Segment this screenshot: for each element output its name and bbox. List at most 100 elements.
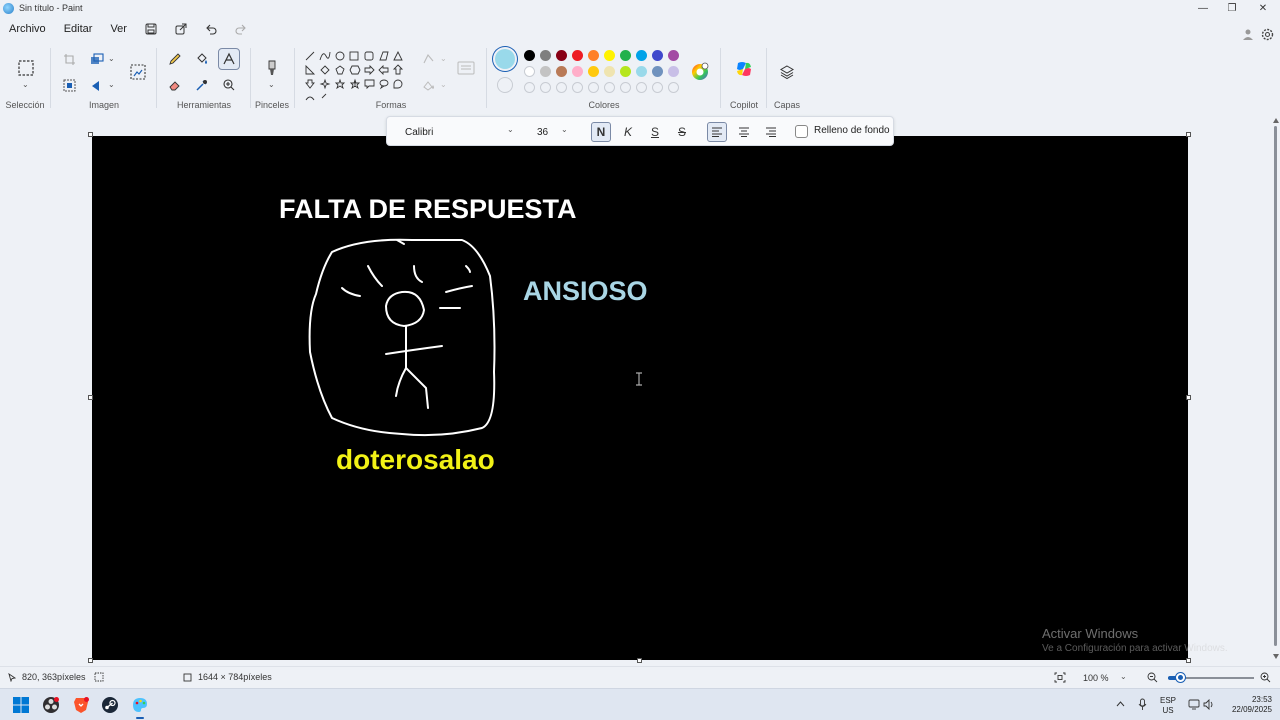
settings-gear-icon[interactable] <box>1256 23 1278 45</box>
image-select-icon[interactable] <box>126 60 150 84</box>
color-swatch[interactable] <box>620 66 631 77</box>
color-picker-icon[interactable] <box>191 74 213 96</box>
zoom-out-icon[interactable] <box>1147 672 1158 683</box>
custom-color-slot[interactable] <box>668 82 679 93</box>
color-swatch[interactable] <box>540 50 551 61</box>
color-swatch[interactable] <box>668 50 679 61</box>
microphone-icon[interactable] <box>1138 698 1147 711</box>
custom-color-slot[interactable] <box>572 82 583 93</box>
text-tool-icon[interactable] <box>218 48 240 70</box>
select-rectangle-icon[interactable] <box>14 56 38 80</box>
close-button[interactable]: ✕ <box>1248 0 1278 16</box>
rotate-icon[interactable] <box>86 74 108 96</box>
color-swatch[interactable] <box>588 66 599 77</box>
custom-color-slot[interactable] <box>636 82 647 93</box>
redo-icon[interactable] <box>226 17 256 41</box>
shape-size-icon[interactable] <box>454 56 478 80</box>
color-swatch[interactable] <box>524 50 535 61</box>
input-language[interactable]: ESP US <box>1156 696 1180 716</box>
chevron-down-icon[interactable]: ⌄ <box>268 80 275 89</box>
volume-icon[interactable] <box>1203 699 1215 710</box>
zoom-slider[interactable] <box>1168 673 1254 682</box>
copilot-icon[interactable] <box>731 56 757 82</box>
custom-color-slot[interactable] <box>540 82 551 93</box>
clock[interactable]: 23:53 22/09/2025 <box>1222 695 1272 715</box>
minimize-button[interactable]: — <box>1188 0 1218 16</box>
chevron-down-icon[interactable]: ⌄ <box>440 80 447 89</box>
zoom-in-icon[interactable] <box>1260 672 1271 683</box>
obs-app-icon[interactable] <box>39 693 63 717</box>
color-swatch[interactable] <box>620 50 631 61</box>
canvas-resize-handle[interactable] <box>88 132 93 137</box>
crop-icon[interactable] <box>58 48 80 70</box>
menu-view[interactable]: Ver <box>101 23 136 35</box>
restore-button[interactable]: ❐ <box>1217 0 1247 16</box>
scroll-down-icon[interactable] <box>1273 654 1279 659</box>
windows-start-icon[interactable] <box>9 693 33 717</box>
canvas-resize-handle[interactable] <box>637 658 642 663</box>
share-icon[interactable] <box>166 17 196 41</box>
brave-browser-icon[interactable] <box>69 693 93 717</box>
color-swatch[interactable] <box>636 50 647 61</box>
chevron-down-icon[interactable]: ⌄ <box>108 54 115 63</box>
primary-color-swatch[interactable] <box>495 49 515 69</box>
canvas-text-title[interactable]: FALTA DE RESPUESTA <box>279 194 577 225</box>
bold-button[interactable]: N <box>591 122 611 142</box>
vertical-scrollbar[interactable] <box>1272 116 1280 666</box>
color-swatch[interactable] <box>540 66 551 77</box>
italic-button[interactable]: K <box>618 122 638 142</box>
color-swatch[interactable] <box>652 50 663 61</box>
scrollbar-thumb[interactable] <box>1274 126 1277 646</box>
shape-fill-icon[interactable] <box>418 74 440 96</box>
font-size-select[interactable]: 36 ⌄ <box>529 121 577 143</box>
color-swatch[interactable] <box>556 50 567 61</box>
scroll-up-icon[interactable] <box>1273 118 1279 123</box>
font-family-select[interactable]: Calibri ⌄ <box>397 121 521 143</box>
color-swatch[interactable] <box>572 50 583 61</box>
custom-color-slot[interactable] <box>652 82 663 93</box>
color-swatch[interactable] <box>524 66 535 77</box>
fill-bucket-icon[interactable] <box>191 48 213 70</box>
drawing-canvas[interactable]: FALTA DE RESPUESTA ANSIOSO doterosalao <box>92 136 1188 660</box>
undo-icon[interactable] <box>196 17 226 41</box>
align-right-button[interactable] <box>761 122 781 142</box>
eraser-icon[interactable] <box>164 74 186 96</box>
canvas-text-ansioso[interactable]: ANSIOSO <box>523 276 648 307</box>
canvas-resize-handle[interactable] <box>1186 658 1191 663</box>
resize-icon[interactable] <box>86 48 108 70</box>
canvas-text-name[interactable]: doterosalao <box>336 444 495 476</box>
pencil-icon[interactable] <box>164 48 186 70</box>
brush-icon[interactable] <box>260 56 284 80</box>
custom-color-slot[interactable] <box>588 82 599 93</box>
zoom-level-select[interactable]: 100 % ⌄ <box>1076 669 1136 686</box>
color-swatch[interactable] <box>588 50 599 61</box>
menu-file[interactable]: Archivo <box>0 23 55 35</box>
select-all-icon[interactable] <box>58 74 80 96</box>
canvas-resize-handle[interactable] <box>88 658 93 663</box>
canvas-resize-handle[interactable] <box>88 395 93 400</box>
custom-color-slot[interactable] <box>604 82 615 93</box>
magnifier-icon[interactable] <box>218 74 240 96</box>
outline-icon[interactable] <box>418 48 440 70</box>
menu-edit[interactable]: Editar <box>55 23 102 35</box>
color-swatch[interactable] <box>652 66 663 77</box>
layers-icon[interactable] <box>775 60 799 84</box>
chevron-down-icon[interactable]: ⌄ <box>22 80 29 89</box>
underline-button[interactable]: S <box>645 122 665 142</box>
chevron-down-icon[interactable]: ⌄ <box>440 54 447 63</box>
color-swatch[interactable] <box>668 66 679 77</box>
canvas-resize-handle[interactable] <box>1186 132 1191 137</box>
secondary-color-swatch[interactable] <box>497 77 513 93</box>
tray-expand-icon[interactable] <box>1116 701 1125 707</box>
chevron-down-icon[interactable]: ⌄ <box>108 80 115 89</box>
color-swatch[interactable] <box>636 66 647 77</box>
strikethrough-button[interactable]: S <box>672 122 692 142</box>
paint-taskbar-icon[interactable] <box>128 693 152 719</box>
color-swatch[interactable] <box>604 50 615 61</box>
network-icon[interactable] <box>1188 699 1200 710</box>
color-swatch[interactable] <box>572 66 583 77</box>
align-left-button[interactable] <box>707 122 727 142</box>
color-swatch[interactable] <box>604 66 615 77</box>
steam-app-icon[interactable] <box>98 693 122 717</box>
edit-colors-icon[interactable] <box>688 60 712 84</box>
